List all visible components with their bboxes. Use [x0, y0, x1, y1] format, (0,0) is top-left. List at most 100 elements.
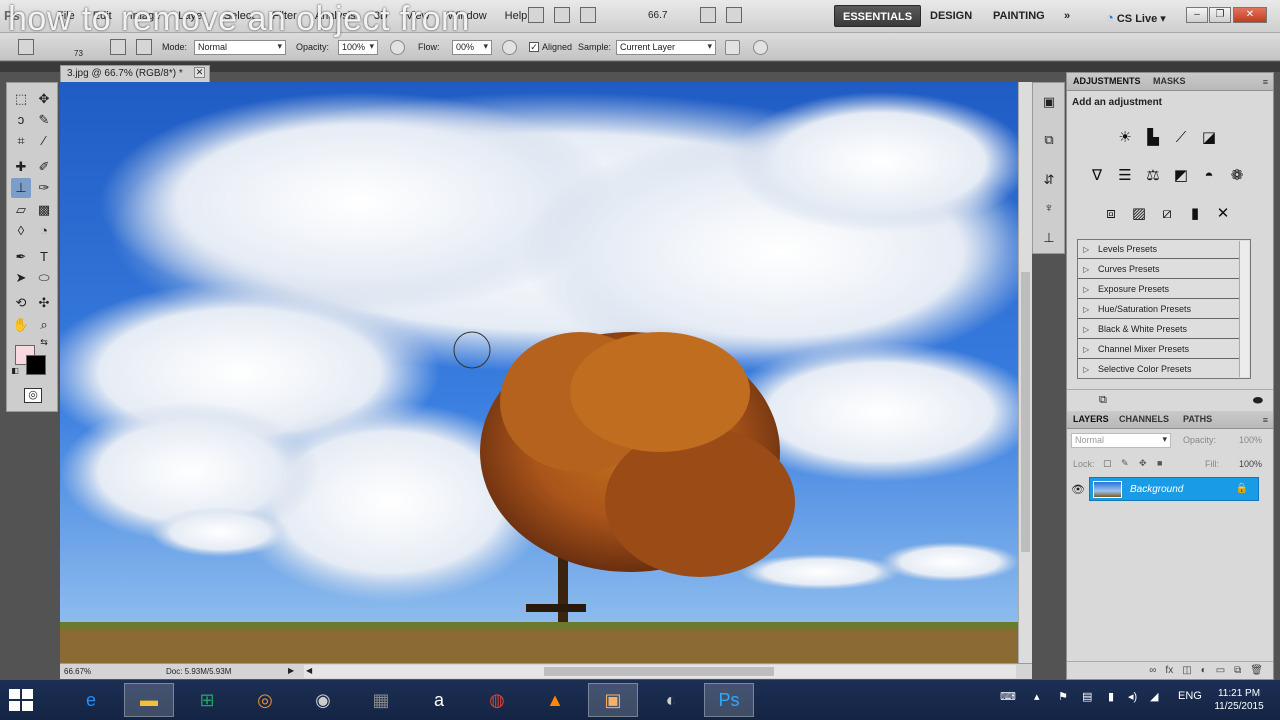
- volume-icon[interactable]: ◂): [1128, 690, 1137, 703]
- tab-channels[interactable]: CHANNELS: [1119, 414, 1169, 424]
- marquee-tool-icon[interactable]: ⬚: [11, 89, 31, 109]
- preset-selective-color[interactable]: Selective Color Presets: [1078, 360, 1240, 379]
- taskbar-app-icon[interactable]: ◐: [646, 683, 696, 717]
- tab-paths[interactable]: PATHS: [1183, 414, 1212, 424]
- presets-scrollbar[interactable]: [1239, 241, 1249, 377]
- pressure-opacity-icon[interactable]: [390, 40, 405, 55]
- flow-field[interactable]: 00%: [452, 40, 492, 55]
- move-tool-icon[interactable]: ✥: [34, 89, 54, 109]
- photo-filter-icon[interactable]: ◓: [1199, 167, 1219, 185]
- workspace-essentials[interactable]: ESSENTIALS: [834, 5, 922, 27]
- taskbar-amazon-icon[interactable]: a: [414, 683, 464, 717]
- taskbar-photoshop-icon[interactable]: Ps: [704, 683, 754, 717]
- menu-file[interactable]: File: [48, 10, 84, 22]
- taskbar-video-icon[interactable]: ▦: [356, 683, 406, 717]
- workspace-painting[interactable]: PAINTING: [985, 5, 1053, 27]
- menu-image[interactable]: Image: [121, 10, 170, 22]
- menu-3d[interactable]: 3D: [365, 10, 397, 22]
- blend-mode-select[interactable]: Normal: [1071, 433, 1171, 448]
- link-layers-icon[interactable]: ∞: [1149, 665, 1156, 676]
- lasso-tool-icon[interactable]: ↄ: [11, 110, 31, 130]
- gradient-map-icon[interactable]: ▮: [1185, 205, 1205, 223]
- fill-value[interactable]: 100%: [1239, 459, 1262, 469]
- eraser-tool-icon[interactable]: ▱: [11, 200, 31, 220]
- brush-tool-icon[interactable]: ✐: [34, 157, 54, 177]
- eyedropper-tool-icon[interactable]: ⁄: [34, 131, 54, 151]
- clone-source-panel-icon[interactable]: ⊥: [1040, 229, 1058, 247]
- lock-transparent-icon[interactable]: ▢: [1103, 458, 1112, 469]
- status-zoom[interactable]: 66.67%: [64, 667, 91, 676]
- status-menu-icon[interactable]: ▶: [288, 666, 294, 675]
- color-balance-icon[interactable]: ⚖: [1143, 167, 1163, 185]
- brush-panel-icon[interactable]: [110, 39, 126, 55]
- preset-channel-mixer[interactable]: Channel Mixer Presets: [1078, 340, 1240, 359]
- shape-tool-icon[interactable]: ⬭: [34, 268, 54, 288]
- history-brush-tool-icon[interactable]: ✑: [34, 178, 54, 198]
- tab-layers[interactable]: LAYERS: [1073, 414, 1109, 424]
- mode-select[interactable]: Normal: [194, 40, 286, 55]
- clone-stamp-tool-icon[interactable]: ⊥: [11, 178, 31, 198]
- history-panel-icon[interactable]: ⧉: [1040, 131, 1058, 149]
- image-canvas[interactable]: [60, 82, 1018, 663]
- exposure-icon[interactable]: ◪: [1199, 129, 1219, 147]
- blur-tool-icon[interactable]: ◊: [11, 221, 31, 241]
- layer-style-icon[interactable]: fx: [1165, 665, 1173, 676]
- vertical-scroll-thumb[interactable]: [1021, 272, 1030, 552]
- background-color-swatch[interactable]: [26, 355, 46, 375]
- workspace-design[interactable]: DESIGN: [922, 5, 980, 27]
- lock-position-icon[interactable]: ✥: [1139, 458, 1147, 469]
- tool-presets-icon[interactable]: ⇵: [1040, 171, 1058, 189]
- close-button[interactable]: ✕: [1233, 7, 1267, 23]
- hand-icon[interactable]: [580, 7, 596, 23]
- keyboard-icon[interactable]: ⌨: [1000, 690, 1016, 703]
- language-indicator[interactable]: ENG: [1178, 690, 1202, 702]
- gradient-tool-icon[interactable]: ▩: [34, 200, 54, 220]
- vibrance-icon[interactable]: ∇: [1087, 167, 1107, 185]
- airbrush-icon[interactable]: [502, 40, 517, 55]
- horizontal-scroll-thumb[interactable]: [544, 667, 774, 676]
- document-tab[interactable]: 3.jpg @ 66.7% (RGB/8*) * ✕: [60, 65, 210, 82]
- pen-tool-icon[interactable]: ✒: [11, 247, 31, 267]
- bridge-icon[interactable]: [528, 7, 544, 23]
- workspace-more-icon[interactable]: »: [1056, 5, 1078, 27]
- sample-select[interactable]: Current Layer: [616, 40, 716, 55]
- aligned-checkbox[interactable]: ✓: [529, 42, 539, 52]
- zoom-level[interactable]: 66.7: [648, 10, 667, 21]
- menu-window[interactable]: Window: [439, 10, 496, 22]
- adjustment-layer-icon[interactable]: ⧉: [1099, 394, 1107, 407]
- preset-exposure[interactable]: Exposure Presets: [1078, 280, 1240, 299]
- threshold-icon[interactable]: ⧄: [1157, 205, 1177, 223]
- black-white-icon[interactable]: ◩: [1171, 167, 1191, 185]
- brush-size[interactable]: 73: [74, 49, 83, 58]
- tray-network-icon[interactable]: ▤: [1082, 690, 1092, 703]
- healing-brush-tool-icon[interactable]: ✚: [11, 157, 31, 177]
- layers-menu-icon[interactable]: ≡: [1263, 415, 1268, 425]
- minimize-button[interactable]: –: [1186, 7, 1208, 23]
- menu-select[interactable]: Select: [215, 10, 264, 22]
- menu-view[interactable]: View: [397, 10, 439, 22]
- clip-layer-icon[interactable]: ⬬: [1253, 393, 1263, 408]
- horizontal-scrollbar[interactable]: ◀: [304, 665, 1016, 678]
- default-colors-icon[interactable]: ◧: [9, 365, 21, 377]
- taskbar-file-explorer-icon[interactable]: ▬: [124, 683, 174, 717]
- taskbar-chrome-icon[interactable]: ◍: [472, 683, 522, 717]
- arrange-documents-icon[interactable]: [700, 7, 716, 23]
- layer-opacity-value[interactable]: 100%: [1239, 435, 1262, 445]
- path-selection-tool-icon[interactable]: ➤: [11, 268, 31, 288]
- hue-saturation-icon[interactable]: ☰: [1115, 167, 1135, 185]
- cs-live-button[interactable]: ◔ CS Live ▾: [1106, 10, 1166, 25]
- preset-hue-saturation[interactable]: Hue/Saturation Presets: [1078, 300, 1240, 319]
- screen-mode-icon[interactable]: [726, 7, 742, 23]
- clone-stamp-preset-icon[interactable]: [18, 39, 34, 55]
- minibridge-icon[interactable]: [554, 7, 570, 23]
- invert-icon[interactable]: ⧈: [1101, 205, 1121, 223]
- quick-selection-tool-icon[interactable]: ✎: [34, 110, 54, 130]
- type-tool-icon[interactable]: T: [34, 247, 54, 267]
- tray-show-hidden-icon[interactable]: ▴: [1034, 690, 1040, 703]
- posterize-icon[interactable]: ▨: [1129, 205, 1149, 223]
- delete-layer-icon[interactable]: 🗑: [1250, 665, 1263, 676]
- taskbar-ie-icon[interactable]: e: [66, 683, 116, 717]
- battery-icon[interactable]: ▮: [1108, 690, 1114, 703]
- quick-mask-icon[interactable]: ◎: [24, 388, 42, 403]
- start-button-icon[interactable]: [9, 689, 35, 713]
